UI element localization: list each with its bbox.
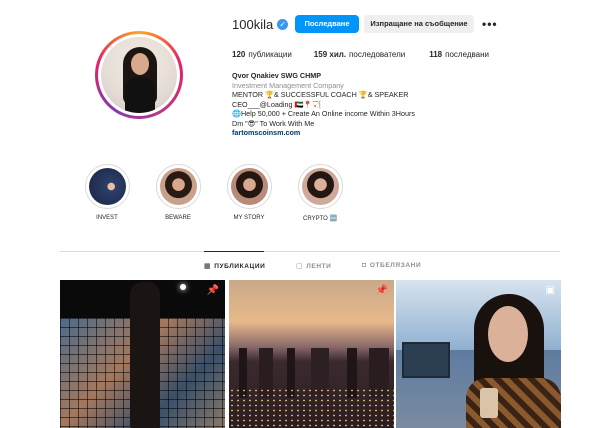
username: 100kila [232, 17, 274, 32]
tab-tagged[interactable]: ◘ ОТБЕЛЯЗАНИ [362, 262, 421, 269]
reel-icon: ▣ [545, 285, 555, 296]
bio-line: 🌐Help 50,000 + Create An Online income W… [232, 109, 415, 118]
post-image-lights [229, 388, 394, 428]
bio-line: MENTOR 🏆& SUCCESSFUL COACH 🏆& SPEAKER [232, 90, 409, 99]
avatar-photo [101, 37, 177, 113]
highlight-my-story[interactable]: MY STORY [219, 164, 279, 221]
tab-label: ПУБЛИКАЦИИ [214, 262, 266, 270]
followers-label: последователи [349, 50, 406, 59]
highlight-ring [84, 164, 130, 209]
avatar-body [125, 77, 155, 113]
posts-count: 120 [232, 50, 246, 59]
bio-category: Investment Management Company [232, 80, 344, 90]
pin-icon: 📌 [375, 285, 388, 296]
tab-reels[interactable]: ▢ ЛЕНТИ [296, 262, 332, 271]
username-row: 100kila ✓ [232, 17, 289, 32]
highlight-label: BEWARE [165, 215, 191, 221]
post-image-monitor [402, 342, 450, 378]
reels-icon: ▢ [296, 263, 304, 270]
post-image-light [180, 284, 186, 290]
bio-line: Dm "😎" To Work With Me [232, 118, 315, 128]
stat-following[interactable]: 118 последвани [429, 50, 489, 59]
highlight-label: CRYPTO 🆒 [303, 216, 337, 222]
more-options-icon[interactable]: ••• [482, 17, 498, 31]
bio-name: Qvor Qnakiev SWG CHMP [232, 71, 322, 80]
post-image-face [488, 306, 528, 362]
post-image-phone [480, 388, 498, 418]
avatar-face [131, 53, 149, 75]
highlight-cover [230, 168, 268, 205]
active-tab-indicator [204, 251, 264, 252]
highlight-cover [301, 168, 339, 205]
profile-avatar[interactable] [95, 31, 183, 119]
tab-label: ЛЕНТИ [306, 262, 332, 270]
profile-stats: 120 публикации 159 хил. последователи 11… [232, 50, 489, 59]
post-thumbnail[interactable]: 📌 [229, 280, 394, 428]
highlight-ring [226, 164, 272, 209]
tab-posts[interactable]: ▦ ПУБЛИКАЦИИ [204, 262, 266, 271]
following-label: последвани [445, 50, 490, 59]
highlight-cover [159, 168, 197, 205]
highlight-ring [155, 164, 201, 209]
tabs-divider [60, 251, 560, 252]
pin-icon: 📌 [206, 285, 219, 296]
following-count: 118 [429, 50, 443, 59]
highlight-crypto[interactable]: CRYPTO 🆒 [290, 164, 350, 222]
bio-line: CEO___@Loading 🇦🇪📍🏹 [232, 99, 322, 109]
tab-label: ОТБЕЛЯЗАНИ [369, 262, 422, 269]
post-thumbnail[interactable]: ▣ [396, 280, 561, 428]
tagged-icon: ◘ [362, 262, 367, 269]
highlight-label: INVEST [96, 215, 118, 221]
follow-button[interactable]: Последване [295, 15, 359, 33]
message-button[interactable]: Изпращане на съобщение [364, 15, 474, 33]
post-image-person [130, 282, 160, 428]
highlight-label: MY STORY [233, 215, 265, 221]
highlight-invest[interactable]: INVEST [77, 164, 137, 221]
avatar-inner [98, 34, 180, 116]
highlight-ring [297, 164, 343, 209]
highlight-beware[interactable]: BEWARE [148, 164, 208, 221]
bio-link[interactable]: fartomscoinsm.com [232, 128, 472, 138]
profile-bio: Qvor Qnakiev SWG CHMP Investment Managem… [232, 71, 472, 138]
grid-icon: ▦ [204, 263, 212, 270]
posts-label: публикации [248, 50, 292, 59]
stat-followers[interactable]: 159 хил. последователи [314, 50, 405, 59]
verified-badge-icon: ✓ [277, 19, 289, 30]
post-thumbnail[interactable]: 📌 [60, 280, 225, 428]
stat-posts: 120 публикации [232, 50, 292, 59]
highlight-cover [88, 168, 126, 205]
followers-count: 159 хил. [313, 50, 347, 59]
